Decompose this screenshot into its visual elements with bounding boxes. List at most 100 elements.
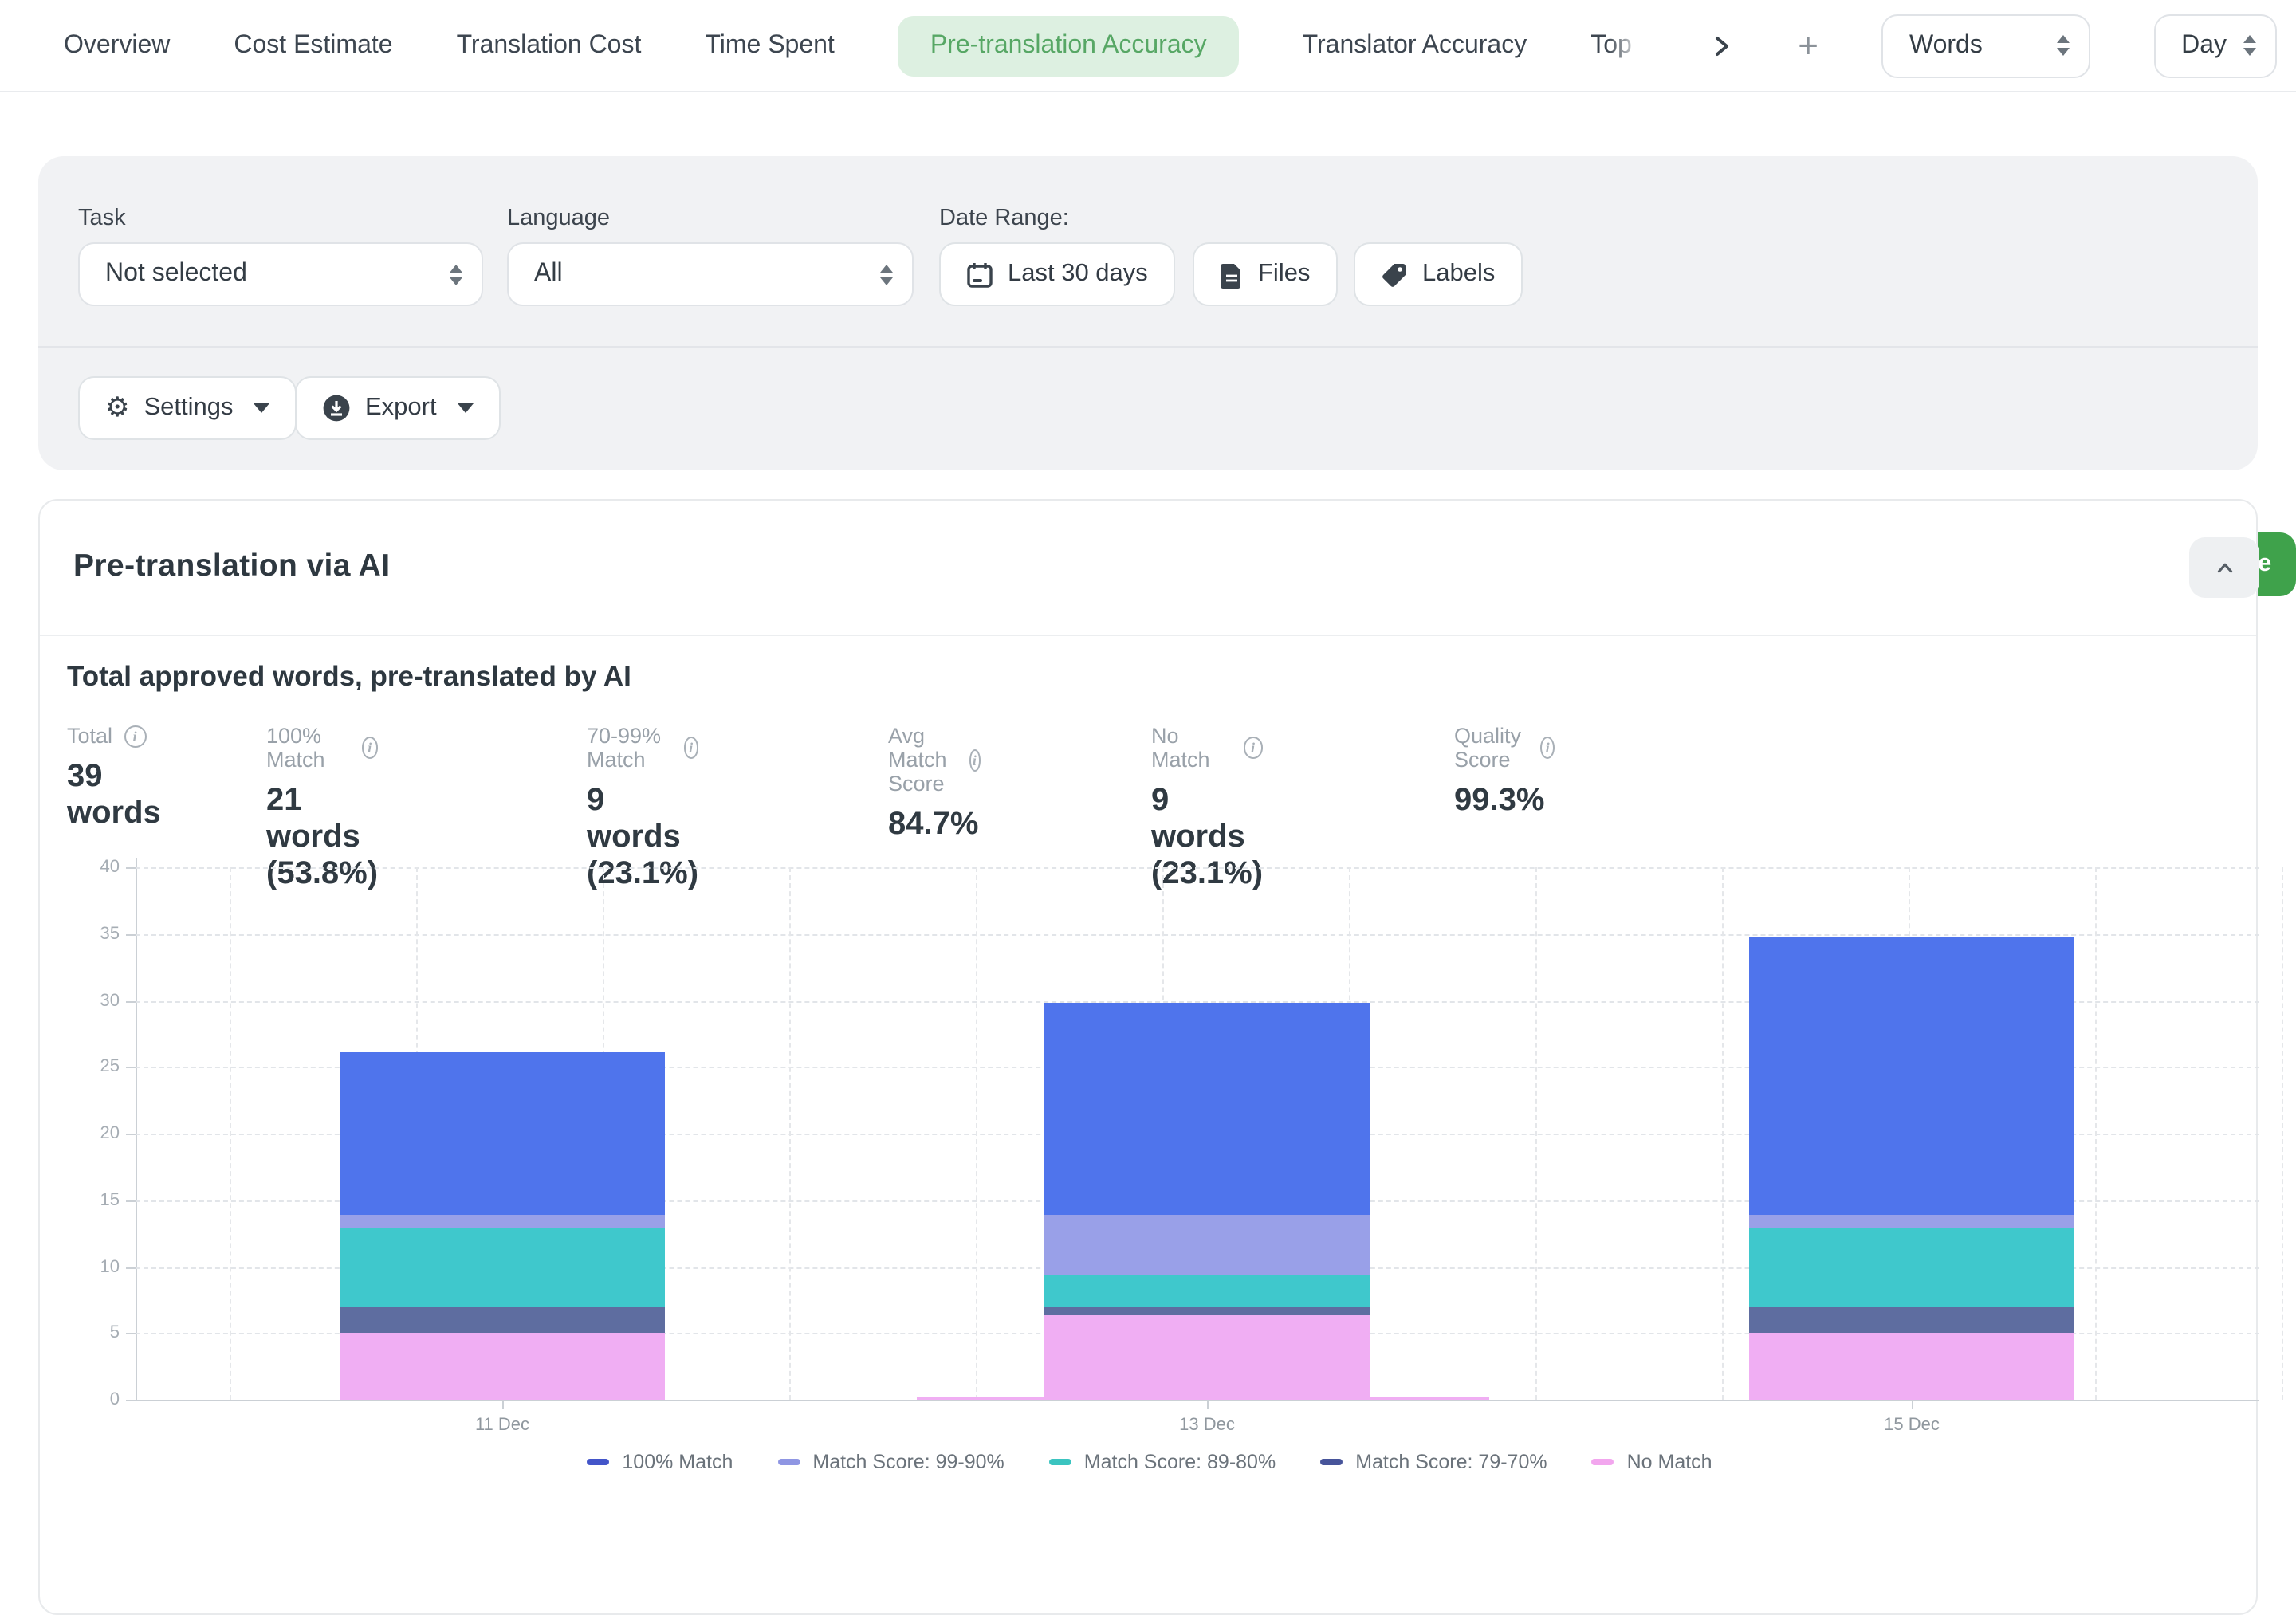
gear-icon: ⚙	[105, 395, 130, 422]
info-icon[interactable]: i	[361, 737, 378, 759]
labels-button-label: Labels	[1422, 260, 1495, 289]
bar-segment-15-dec-100-match[interactable]	[1749, 938, 2074, 1215]
y-tick-mark	[126, 934, 136, 936]
bar-segment-15-dec-no-match[interactable]	[1749, 1334, 2074, 1401]
info-icon[interactable]: i	[1243, 737, 1263, 759]
stat-total: Totali39 words	[67, 724, 161, 832]
legend-item-match-score-99-90-[interactable]: Match Score: 99-90%	[777, 1451, 1004, 1473]
y-tick-label-5: 5	[40, 1324, 120, 1343]
pretranslation-card: Pre-translation via AI Total approved wo…	[38, 499, 2258, 1615]
tabs-scroll-right-button[interactable]	[1708, 33, 1734, 58]
gridline-x	[976, 867, 977, 1400]
select-updown-icon	[2243, 35, 2256, 56]
bar-segment-13-dec-100-match[interactable]	[1044, 1003, 1370, 1215]
chart-legend: 100% Match Match Score: 99-90% Match Score…	[40, 1451, 2259, 1473]
y-tick-mark	[126, 1400, 136, 1401]
export-button-label: Export	[365, 394, 437, 422]
bar-segment-13-dec-match-score-89-80-[interactable]	[1044, 1276, 1370, 1308]
gridline-x	[789, 867, 791, 1400]
add-tab-button[interactable]: +	[1798, 25, 1818, 66]
y-tick-label-35: 35	[40, 925, 120, 944]
settings-button-label: Settings	[144, 394, 234, 422]
card-divider	[40, 635, 2256, 636]
legend-item-no-match[interactable]: No Match	[1592, 1451, 1712, 1473]
y-tick-mark	[126, 1334, 136, 1335]
calendar-icon	[966, 261, 993, 288]
task-select[interactable]: Not selected	[78, 242, 483, 306]
bar-segment-11-dec-match-score-99-90-[interactable]	[340, 1215, 665, 1228]
unit-select-value: Words	[1909, 31, 1983, 60]
settings-button[interactable]: ⚙ Settings	[78, 376, 297, 440]
legend-marker-icon	[1049, 1459, 1071, 1465]
y-tick-mark	[126, 867, 136, 869]
bar-sliver-12-dec[interactable]	[917, 1397, 1044, 1400]
bar-segment-13-dec-match-score-79-70-[interactable]	[1044, 1308, 1370, 1314]
bar-segment-13-dec-match-score-99-90-[interactable]	[1044, 1215, 1370, 1276]
card-title: Pre-translation via AI	[73, 548, 390, 585]
y-tick-label-30: 30	[40, 991, 120, 1010]
stat-avg-match-score: Avg Match Scorei84.7%	[888, 724, 981, 843]
tabs-list: Overview Cost Estimate Translation Cost Tim…	[64, 15, 1645, 76]
bar-sliver-14-dec[interactable]	[1370, 1397, 1489, 1400]
tab-pre-translation-accuracy[interactable]: Pre-translation Accuracy	[898, 15, 1239, 76]
info-icon[interactable]: i	[1540, 737, 1555, 759]
gridline-y-0	[136, 1400, 2259, 1401]
info-icon[interactable]: i	[124, 725, 146, 747]
bar-segment-11-dec-100-match[interactable]	[340, 1052, 665, 1215]
collapse-card-button[interactable]	[2189, 537, 2259, 598]
bar-segment-13-dec-no-match[interactable]	[1044, 1314, 1370, 1400]
info-icon[interactable]: i	[683, 737, 698, 759]
gridline-y-40	[136, 867, 2259, 869]
gridline-x	[1722, 867, 1724, 1400]
tab-cost-estimate[interactable]: Cost Estimate	[234, 31, 392, 60]
gridline-y-35	[136, 934, 2259, 936]
y-tick-mark	[126, 1134, 136, 1135]
unit-select[interactable]: Words	[1882, 14, 2090, 77]
date-range-button[interactable]: Last 30 days	[939, 242, 1175, 306]
files-button[interactable]: Files	[1193, 242, 1337, 306]
select-updown-icon	[450, 264, 462, 285]
legend-marker-icon	[1320, 1459, 1343, 1465]
labels-button[interactable]: Labels	[1354, 242, 1522, 306]
y-tick-mark	[126, 1000, 136, 1002]
x-tick-mark	[1207, 1400, 1209, 1409]
chevron-down-icon	[254, 403, 270, 413]
tab-overview[interactable]: Overview	[64, 31, 170, 60]
y-tick-label-0: 0	[40, 1390, 120, 1409]
legend-item-match-score-89-80-[interactable]: Match Score: 89-80%	[1049, 1451, 1276, 1473]
chart-plot-area: 11 Dec13 Dec15 Dec	[136, 867, 2259, 1400]
task-select-value: Not selected	[105, 260, 247, 289]
legend-item-match-score-79-70-[interactable]: Match Score: 79-70%	[1320, 1451, 1547, 1473]
files-button-label: Files	[1258, 260, 1310, 289]
language-select[interactable]: All	[507, 242, 914, 306]
x-tick-label-11-dec: 11 Dec	[438, 1416, 566, 1435]
tab-translator-accuracy[interactable]: Translator Accuracy	[1303, 31, 1527, 60]
y-tick-mark	[126, 1267, 136, 1268]
tab-time-spent[interactable]: Time Spent	[705, 31, 834, 60]
legend-item-100-match[interactable]: 100% Match	[587, 1451, 733, 1473]
chart-section-title: Total approved words, pre-translated by …	[67, 660, 631, 694]
y-tick-label-15: 15	[40, 1191, 120, 1210]
tab-top[interactable]: Top	[1590, 31, 1645, 60]
x-tick-mark	[502, 1400, 504, 1409]
bar-segment-15-dec-match-score-79-70-[interactable]	[1749, 1307, 2074, 1333]
gridline-x	[230, 867, 231, 1400]
tab-translation-cost[interactable]: Translation Cost	[457, 31, 642, 60]
period-select[interactable]: Day	[2154, 14, 2277, 77]
bar-segment-15-dec-match-score-89-80-[interactable]	[1749, 1228, 2074, 1307]
period-select-value: Day	[2181, 31, 2227, 60]
bar-segment-11-dec-no-match[interactable]	[340, 1334, 665, 1401]
bar-segment-15-dec-match-score-99-90-[interactable]	[1749, 1215, 2074, 1228]
export-button[interactable]: Export	[295, 376, 501, 440]
analytics-page: Overview Cost Estimate Translation Cost Tim…	[0, 0, 2296, 1503]
y-tick-mark	[126, 1067, 136, 1069]
bar-segment-11-dec-match-score-89-80-[interactable]	[340, 1228, 665, 1307]
stacked-bar-chart: 11 Dec13 Dec15 Dec 0510152025303540	[40, 867, 2259, 1473]
info-icon[interactable]: i	[969, 749, 980, 771]
tag-icon	[1381, 261, 1408, 288]
x-tick-label-15-dec: 15 Dec	[1848, 1416, 1976, 1435]
y-tick-label-25: 25	[40, 1058, 120, 1077]
plus-icon: +	[1798, 25, 1818, 66]
filters-panel: Task Not selected Language All Date Rang…	[38, 156, 2258, 470]
bar-segment-11-dec-match-score-79-70-[interactable]	[340, 1307, 665, 1333]
